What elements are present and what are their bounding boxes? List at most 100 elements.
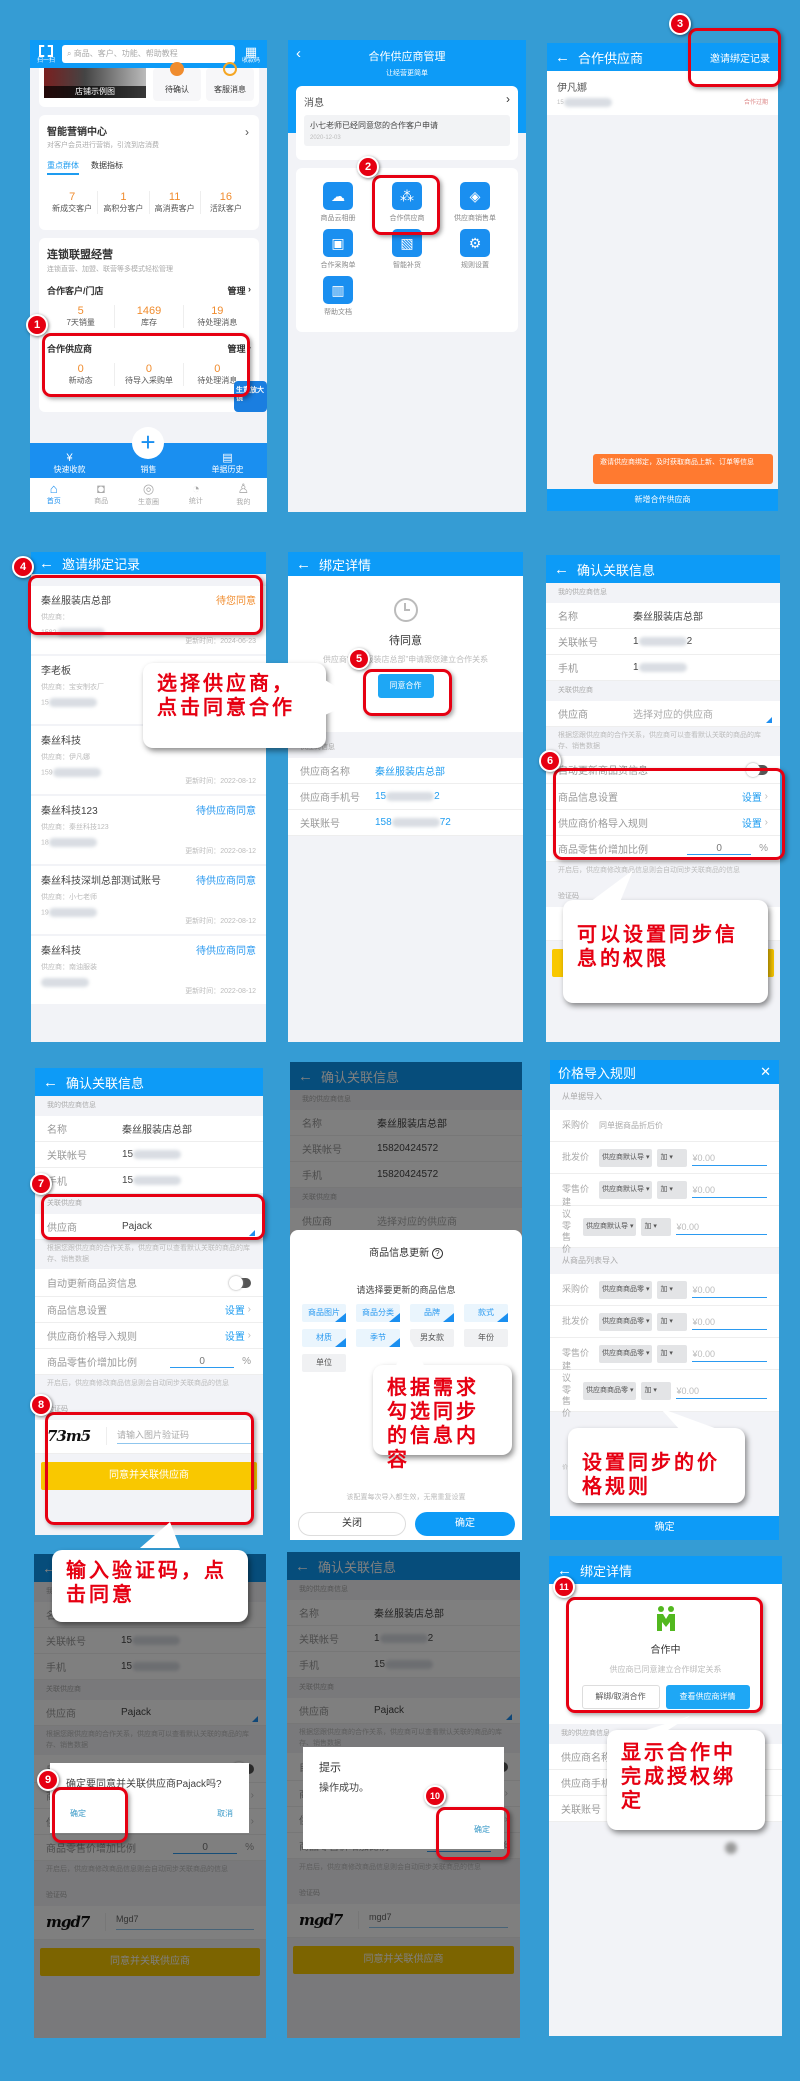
price-source-select[interactable]: 供应商默认导 ▾ [599,1180,653,1199]
close-button[interactable]: 关闭 [298,1512,406,1536]
operator-select[interactable]: 加 ▾ [641,1217,672,1236]
price-source-select[interactable]: 供应商商品零 ▾ [599,1312,653,1331]
message-card[interactable]: 消息 › 小七老师已经同意您的合作客户申请 2020-12-03 [296,86,518,160]
grid-item-purchase-orders[interactable]: ▣ 合作采购单 [308,229,368,270]
qr-code-button[interactable]: ▦ 收款码 [240,45,262,64]
tab-key-groups[interactable]: 重点群体 [47,160,79,175]
back-arrow-icon[interactable]: ← [296,556,311,573]
quick-collect-button[interactable]: ¥ 快速收款 [30,452,109,475]
customers-row[interactable]: 合作客户/门店 管理 › [47,284,251,297]
set-link[interactable]: 设置 [225,1328,245,1343]
manage-link[interactable]: 管理 [227,284,245,297]
operator-select[interactable]: 加 ▾ [641,1381,672,1400]
back-arrow-icon[interactable]: ← [554,561,569,578]
stat-value: 1469 [136,305,162,317]
amount-input[interactable]: ¥0.00 [692,1346,767,1362]
stat[interactable]: 16 活跃客户 [201,191,251,214]
message-item[interactable]: 小七老师已经同意您的合作客户申请 2020-12-03 [304,115,510,146]
invite-record-item[interactable]: 秦丝科技 待供应商同意 供应商：南油服装 更新时间：2022-08-12 [31,936,266,1004]
back-arrow-icon[interactable]: ← [43,1074,58,1091]
info-chip[interactable]: 款式 [464,1304,508,1322]
plus-button[interactable]: + [132,427,164,459]
tab-goods[interactable]: ◘ 商品 [77,481,124,512]
info-chip[interactable]: 季节 [356,1329,400,1347]
price-source-select[interactable]: 供应商默认导 ▾ [583,1217,637,1236]
status-badge: 合作过期 [743,100,768,106]
stat[interactable]: 1469 库存 [115,305,184,328]
stat[interactable]: 11 高消费客户 [150,191,201,214]
info-chip[interactable]: 商品分类 [356,1304,400,1322]
operator-select[interactable]: 加 ▾ [657,1280,688,1299]
row-label: 关联帐号 [558,638,598,649]
confirm-button[interactable]: 确定 [550,1516,779,1540]
amount-input[interactable]: ¥0.00 [692,1182,767,1198]
dialog-cancel-button[interactable]: 取消 [217,1808,233,1819]
amount-input[interactable]: ¥0.00 [676,1219,767,1235]
history-button[interactable]: ▤ 单据历史 [188,451,267,475]
tab-stats[interactable]: ◔ 统计 [172,481,219,512]
info-chip[interactable]: 年份 [464,1329,508,1347]
info-chip[interactable]: 材质 [302,1329,346,1347]
amount-input[interactable]: ¥0.00 [692,1282,767,1298]
set-link[interactable]: 设置 [225,1302,245,1317]
add-supplier-button[interactable]: 新增合作供应商 [547,489,778,511]
grid-item-help-docs[interactable]: ▥ 帮助文档 [308,276,368,317]
scan-button[interactable]: 扫一扫 [35,44,57,64]
marketing-card[interactable]: 智能营销中心 对客户会员进行营销，引流到店消费 › 重点群体 数据指标 7 新成交… [39,115,259,230]
help-icon[interactable]: ? [431,1248,443,1259]
info-chip[interactable]: 单位 [302,1354,346,1372]
price-rule-row[interactable]: 供应商价格导入规则 设置 › [35,1323,263,1349]
invite-record-item[interactable]: 秦丝科技123 待供应商同意 供应商：秦丝科技123 18 更新时间：2022-… [31,796,266,864]
price-source-select[interactable]: 供应商商品零 ▾ [599,1280,653,1299]
stat[interactable]: 5 7天销量 [47,305,116,328]
supplier-select[interactable]: 供应商 选择对应的供应商 [546,701,780,727]
search-input[interactable]: ⌕ 商品、客户、功能、帮助教程 [62,45,235,63]
phone-prefix: 15 [375,791,387,802]
service-message-tile[interactable]: 客服消息 [206,62,254,101]
amount-input[interactable]: ¥0.00 [692,1150,767,1166]
info-chip[interactable]: 品牌 [410,1304,454,1322]
grid-item-smart-restock[interactable]: ▧ 智能补货 [377,229,437,270]
price-source-select[interactable]: 供应商商品零 ▾ [599,1344,653,1363]
section-label: 我的供应商信息 [47,1102,96,1109]
header-title: 确认关联信息 [577,562,656,578]
pending-confirm-tile[interactable]: 待确认 [153,62,201,101]
operator-select[interactable]: 加 ▾ [657,1148,688,1167]
operator-select[interactable]: 加 ▾ [657,1180,688,1199]
info-setting-row[interactable]: 商品信息设置 设置 › [35,1297,263,1323]
tab-business-circle[interactable]: ◎ 生意圈 [125,481,172,512]
stat[interactable]: 19 待处理消息 [184,305,251,328]
stat[interactable]: 1 高积分客户 [98,191,150,214]
back-icon[interactable]: ‹ [296,45,301,62]
tab-data-metrics[interactable]: 数据指标 [91,160,123,175]
back-arrow-icon[interactable]: ← [555,49,570,66]
tab-mine[interactable]: ♙ 我的 [220,481,267,512]
gear-icon: ⚙ [460,229,490,257]
invite-record-item[interactable]: 秦丝科技深圳总部测试账号 待供应商同意 供应商：小七老师 19 更新时间：202… [31,866,266,934]
amount-input[interactable]: ¥0.00 [676,1383,767,1399]
grid-item-cloud-album[interactable]: ☁ 商品云相册 [308,182,368,223]
confirm-button[interactable]: 确定 [415,1512,515,1536]
grid-item-rule-settings[interactable]: ⚙ 规则设置 [445,229,505,270]
price-source-select[interactable]: 供应商商品零 ▾ [583,1381,637,1400]
customers-stats: 5 7天销量 1469 库存 19 待处理消息 [47,305,251,328]
close-icon[interactable]: ✕ [760,1064,771,1080]
sale-button[interactable]: 销售 [109,464,188,475]
stat[interactable]: 7 新成交客户 [47,191,99,214]
amount-input[interactable]: ¥0.00 [692,1314,767,1330]
retail-ratio-input[interactable]: 0 [170,1356,235,1368]
info-chip[interactable]: 商品图片 [302,1304,346,1322]
grid-label: 智能补货 [393,262,421,269]
back-arrow-icon[interactable]: ← [39,555,54,572]
stat-label: 库存 [140,318,157,327]
operator-select[interactable]: 加 ▾ [657,1344,688,1363]
tab-home[interactable]: ⌂ 首页 [30,481,77,512]
store-image[interactable]: 店铺示例图 [44,68,146,98]
grid-item-supplier-sales[interactable]: ◈ 供应商销售单 [445,182,505,223]
auto-update-toggle[interactable] [229,1275,251,1290]
operator-select[interactable]: 加 ▾ [657,1312,688,1331]
header: 价格导入规则 ✕ [550,1060,779,1084]
info-chip[interactable]: 男女款 [410,1329,454,1347]
link-note: 根据您跟供应商的合作关系，供应商可以查看默认关联的商品的库存、销售数据 [47,1245,250,1263]
price-source-select[interactable]: 供应商默认导 ▾ [599,1148,653,1167]
